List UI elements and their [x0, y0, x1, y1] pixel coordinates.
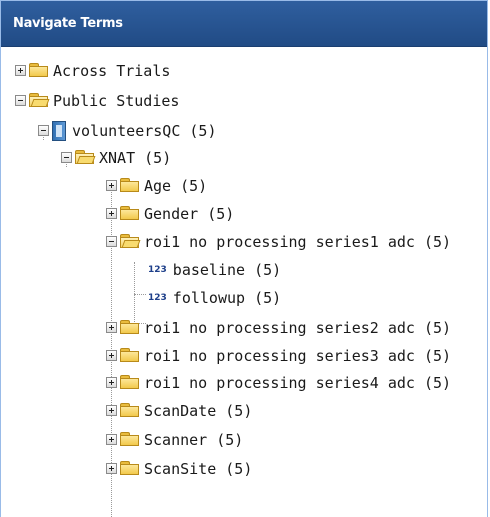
tree-node-public-studies[interactable]: Public Studies — [15, 87, 179, 115]
tree-node-label: followup (5) — [172, 289, 282, 307]
navigate-terms-panel: Navigate Terms Across Trials Public Stud… — [0, 0, 488, 517]
expand-toggle-icon[interactable] — [106, 350, 117, 361]
tree-node-scanner[interactable]: Scanner (5) — [106, 426, 243, 454]
numeric-123-icon: 123 — [148, 292, 167, 303]
folder-icon — [29, 62, 48, 77]
tree-node-xnat[interactable]: XNAT (5) — [61, 144, 171, 172]
tree-node-age[interactable]: Age (5) — [106, 172, 207, 200]
folder-icon — [120, 374, 139, 389]
collapse-toggle-icon[interactable] — [106, 236, 117, 247]
folder-icon — [120, 177, 139, 192]
folder-icon — [120, 319, 139, 334]
collapse-toggle-icon[interactable] — [38, 125, 49, 136]
tree-node-across-trials[interactable]: Across Trials — [15, 57, 170, 85]
expand-toggle-icon[interactable] — [15, 65, 26, 76]
tree-node-roi1-series4[interactable]: roi1 no processing series4 adc (5) — [106, 369, 451, 397]
tree-connector-line — [134, 294, 146, 295]
tree-node-label: Scanner (5) — [144, 431, 244, 449]
open-folder-icon — [75, 149, 96, 164]
study-icon — [52, 120, 66, 141]
tree-node-label: Age (5) — [144, 177, 208, 195]
tree-node-roi1-series3[interactable]: roi1 no processing series3 adc (5) — [106, 342, 451, 370]
expand-toggle-icon[interactable] — [106, 405, 117, 416]
tree-node-scansite[interactable]: ScanSite (5) — [106, 455, 252, 483]
tree-node-label: XNAT (5) — [99, 149, 172, 167]
tree-node-label: baseline (5) — [172, 261, 282, 279]
tree-node-label: ScanDate (5) — [144, 402, 253, 420]
folder-icon — [120, 431, 139, 446]
expand-toggle-icon[interactable] — [106, 377, 117, 388]
tree-node-label: roi1 no processing series4 adc (5) — [144, 374, 452, 392]
tree-node-label: volunteersQC (5) — [72, 122, 217, 140]
expand-toggle-icon[interactable] — [106, 434, 117, 445]
tree-node-roi1-series1[interactable]: roi1 no processing series1 adc (5) — [106, 228, 451, 256]
tree-node-gender[interactable]: Gender (5) — [106, 200, 234, 228]
collapse-toggle-icon[interactable] — [61, 152, 72, 163]
folder-icon — [120, 402, 139, 417]
tree-node-label: roi1 no processing series3 adc (5) — [144, 347, 452, 365]
open-folder-icon — [29, 92, 50, 107]
folder-icon — [120, 205, 139, 220]
open-folder-icon — [120, 233, 141, 248]
folder-icon — [120, 460, 139, 475]
tree-node-volunteersqc[interactable]: volunteersQC (5) — [38, 117, 217, 145]
numeric-123-icon: 123 — [148, 264, 167, 275]
expand-toggle-icon[interactable] — [106, 180, 117, 191]
expand-toggle-icon[interactable] — [106, 463, 117, 474]
panel-title: Navigate Terms — [13, 16, 123, 31]
tree-node-label: ScanSite (5) — [144, 460, 253, 478]
tree-node-label: roi1 no processing series1 adc (5) — [144, 233, 452, 251]
folder-icon — [120, 347, 139, 362]
tree-node-label: Across Trials — [53, 62, 171, 80]
expand-toggle-icon[interactable] — [106, 208, 117, 219]
tree-node-scandate[interactable]: ScanDate (5) — [106, 397, 252, 425]
panel-header: Navigate Terms — [1, 1, 487, 47]
tree-node-baseline[interactable]: 123 baseline (5) — [148, 256, 281, 284]
collapse-toggle-icon[interactable] — [15, 95, 26, 106]
tree-node-label: Public Studies — [53, 92, 180, 110]
term-tree: Across Trials Public Studies volunteersQ… — [1, 46, 487, 517]
tree-node-label: Gender (5) — [144, 205, 235, 223]
expand-toggle-icon[interactable] — [106, 322, 117, 333]
tree-node-label: roi1 no processing series2 adc (5) — [144, 319, 452, 337]
tree-node-roi1-series2[interactable]: roi1 no processing series2 adc (5) — [106, 314, 451, 342]
tree-node-followup[interactable]: 123 followup (5) — [148, 284, 281, 312]
